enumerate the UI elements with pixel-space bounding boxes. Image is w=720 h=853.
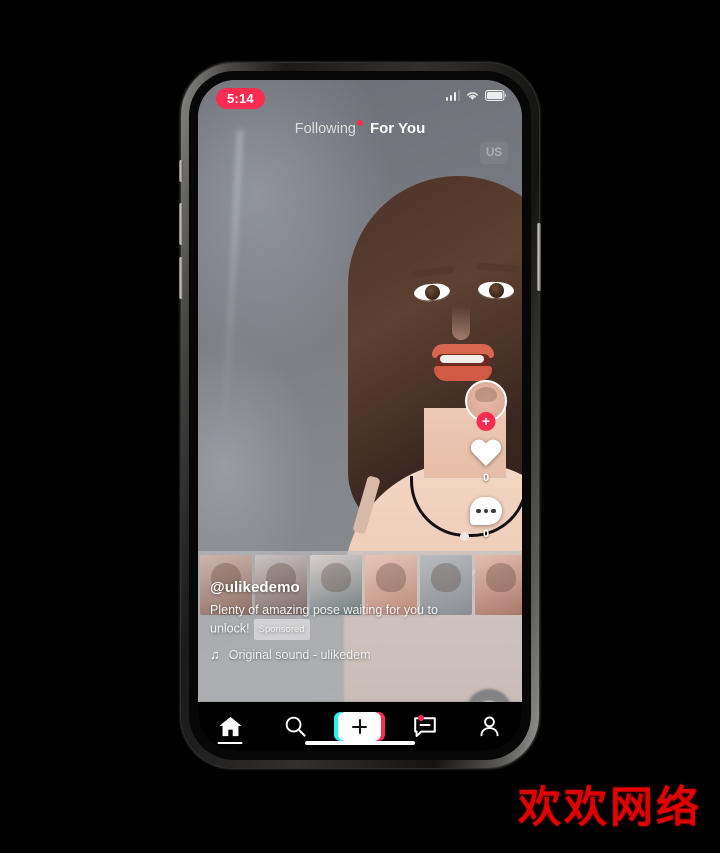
wifi-icon [467,92,478,100]
search-icon [285,716,306,737]
heart-icon [470,440,502,469]
tab-for-you[interactable]: For You [370,120,425,137]
silent-switch-button[interactable] [179,160,183,182]
power-button[interactable] [537,223,541,291]
follow-button[interactable]: + [476,412,496,431]
phone-device-frame: 5:14 Following For You US + 0 0 @ulikede… [179,63,541,768]
comment-button[interactable]: 0 [470,497,502,540]
tab-following[interactable]: Following [294,119,363,137]
nav-item-profile[interactable] [457,702,522,751]
following-notification-dot [356,119,363,126]
cellular-signal-icon [445,90,460,101]
inbox-icon [413,716,436,737]
tiktok-ui-overlay: 5:14 Following For You US + 0 0 @ulikede… [198,80,522,751]
ad-caption-text: Plenty of amazing pose waiting for you t… [210,603,438,636]
music-note-icon: ♫ [210,647,220,662]
person-icon [480,716,499,737]
battery-icon [485,90,507,101]
like-count: 0 [482,472,490,484]
caption-block: @ulikedemo Plenty of amazing pose waitin… [210,579,460,640]
sponsored-badge: Sponsored [253,619,310,640]
plus-icon [352,719,368,734]
ad-caption: Plenty of amazing pose waiting for you t… [210,601,460,640]
region-badge: US [480,142,508,164]
creator-handle[interactable]: @ulikedemo [210,579,460,596]
home-indicator [305,741,415,745]
feed-tab-bar: Following For You [198,119,522,137]
status-time: 5:14 [216,88,265,109]
watermark: 欢欢网络 [518,783,702,833]
volume-down-button[interactable] [179,257,183,299]
create-button-inner [338,712,382,741]
volume-up-button[interactable] [179,203,183,245]
nav-item-home[interactable] [198,702,263,751]
tab-following-label: Following [294,120,356,137]
status-bar: 5:14 [198,80,522,114]
home-icon [219,716,242,737]
music-title: Original sound - ulikedem [228,647,371,662]
home-active-indicator [217,741,243,744]
phone-screen: 5:14 Following For You US + 0 0 @ulikede… [198,80,522,751]
thumb-6[interactable] [475,555,522,615]
avatar-with-follow[interactable]: + [465,380,507,431]
music-row[interactable]: ♫ Original sound - ulikedem [210,647,460,662]
like-button[interactable]: 0 [470,440,502,484]
comment-count: 0 [482,528,490,540]
status-indicators [445,90,508,101]
create-video-button[interactable] [334,712,386,741]
comment-bubble-icon [470,497,502,525]
